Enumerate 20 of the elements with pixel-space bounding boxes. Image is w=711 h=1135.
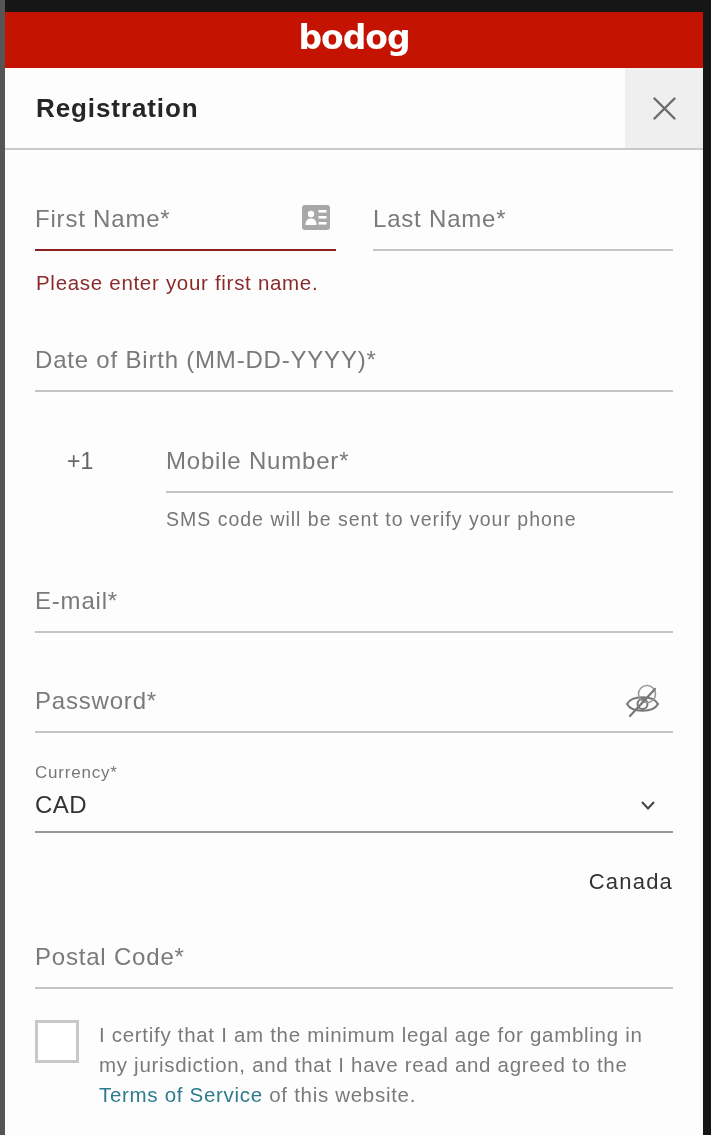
phone-hint: SMS code will be sent to verify your phone <box>166 508 578 530</box>
logo: bodog <box>298 20 410 54</box>
eye-slash-icon[interactable] <box>625 683 660 718</box>
mobile-number-field[interactable]: Mobile Number* <box>166 441 673 493</box>
close-button[interactable] <box>625 68 703 148</box>
age-checkbox[interactable] <box>35 1020 79 1063</box>
currency-select[interactable]: Currency* CAD <box>35 764 673 833</box>
postal-code-field[interactable]: Postal Code* <box>35 937 673 989</box>
age-consent-text: I certify that I am the minimum legal age for gambling in my jurisdiction, and that I have read and agreed to the Terms of Service of this website. <box>99 1022 644 1108</box>
error-message: Please enter your first name. <box>36 272 320 294</box>
close-icon <box>652 96 676 120</box>
email-field[interactable]: E-mail* <box>35 581 673 633</box>
dialog-title: Registration <box>36 93 200 123</box>
password-field[interactable]: Password* <box>35 681 673 733</box>
country-code: +1 <box>67 448 94 474</box>
terms-link[interactable]: Terms of Service <box>99 1083 263 1106</box>
chevron-down-icon <box>641 800 655 810</box>
country-label: Canada <box>588 869 673 895</box>
last-name-field[interactable]: Last Name* <box>373 199 673 251</box>
date-of-birth-field[interactable]: Date of Birth (MM-DD-YYYY)* <box>35 340 673 392</box>
